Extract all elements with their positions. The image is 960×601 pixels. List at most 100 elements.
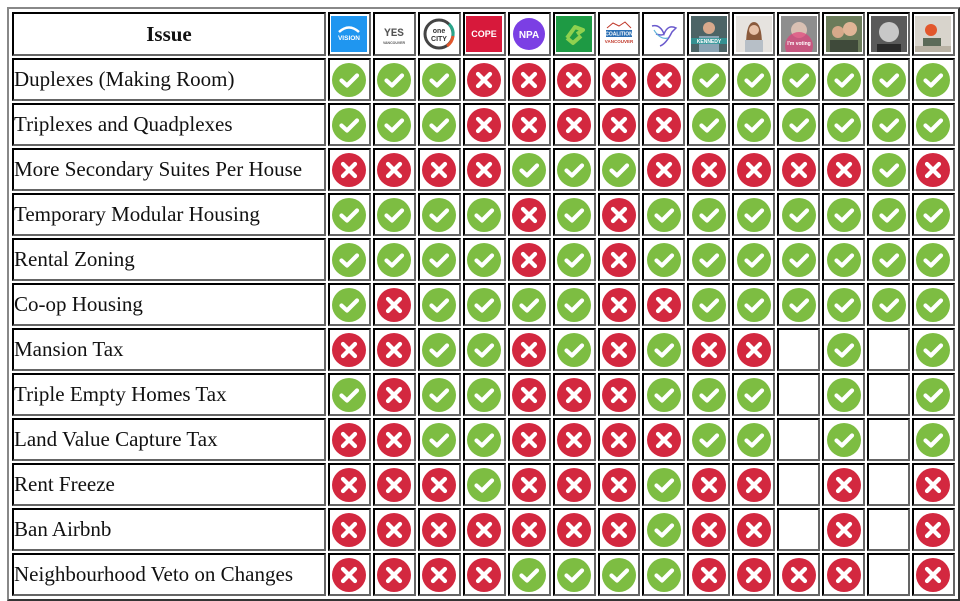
empty-cell <box>777 373 821 416</box>
check-icon <box>781 197 816 232</box>
table-row: Land Value Capture Tax <box>12 418 955 461</box>
support-cell <box>867 103 910 146</box>
support-cell <box>777 103 821 146</box>
candidate-photo-bw-icon <box>870 16 907 52</box>
table-row: Ban Airbnb <box>12 508 955 551</box>
check-icon <box>826 377 861 412</box>
support-cell <box>777 238 821 281</box>
check-icon <box>467 287 502 322</box>
support-cell <box>822 238 866 281</box>
oppose-cell <box>327 328 371 371</box>
check-icon <box>646 557 681 592</box>
check-icon <box>736 422 771 457</box>
issue-label: More Secondary Suites Per House <box>12 148 326 191</box>
empty-cell <box>867 508 910 551</box>
cross-icon <box>467 512 502 547</box>
onecity-logo-icon: oneCITY <box>421 16 458 52</box>
check-icon <box>916 422 951 457</box>
cross-icon <box>422 557 457 592</box>
check-icon <box>557 242 592 277</box>
support-cell <box>642 328 686 371</box>
oppose-cell <box>507 103 551 146</box>
housing-policy-comparison-table: Issue VISION YES VANCOUVER one CITY COPE NPA CO… <box>10 10 957 598</box>
issue-label: Co-op Housing <box>12 283 326 326</box>
support-cell <box>687 103 731 146</box>
cross-icon <box>781 152 816 187</box>
cross-icon <box>601 467 636 502</box>
issue-label: Rental Zoning <box>12 238 326 281</box>
cross-icon <box>646 107 681 142</box>
support-cell <box>372 58 416 101</box>
support-cell <box>462 418 506 461</box>
oppose-cell <box>372 508 416 551</box>
table-row: Mansion Tax <box>12 328 955 371</box>
check-icon <box>467 332 502 367</box>
check-icon <box>332 377 367 412</box>
check-icon <box>871 62 906 97</box>
check-icon <box>691 422 726 457</box>
cross-icon <box>691 557 726 592</box>
support-cell <box>642 553 686 596</box>
cross-icon <box>601 197 636 232</box>
oppose-cell <box>552 373 596 416</box>
oppose-cell <box>372 148 416 191</box>
support-cell <box>732 373 776 416</box>
oppose-cell <box>462 553 506 596</box>
oppose-cell <box>911 463 955 506</box>
check-icon <box>557 152 592 187</box>
check-icon <box>512 557 547 592</box>
cross-icon <box>467 557 502 592</box>
oppose-cell <box>417 553 461 596</box>
table-row: Co-op Housing <box>12 283 955 326</box>
support-cell <box>867 238 910 281</box>
cross-icon <box>557 62 592 97</box>
support-cell <box>417 58 461 101</box>
column-header-cand2 <box>732 12 776 56</box>
support-cell <box>911 418 955 461</box>
cross-icon <box>512 107 547 142</box>
column-header-cand6 <box>911 12 955 56</box>
cross-icon <box>377 152 412 187</box>
oppose-cell <box>507 238 551 281</box>
cross-icon <box>332 422 367 457</box>
issue-label: Triplexes and Quadplexes <box>12 103 326 146</box>
support-cell <box>327 193 371 236</box>
cross-icon <box>422 152 457 187</box>
support-cell <box>417 328 461 371</box>
check-icon <box>691 197 726 232</box>
check-icon <box>332 197 367 232</box>
oppose-cell <box>732 148 776 191</box>
check-icon <box>736 197 771 232</box>
oppose-cell <box>462 508 506 551</box>
support-cell <box>372 238 416 281</box>
support-cell <box>462 193 506 236</box>
column-header-npa: NPA <box>507 12 551 56</box>
table-row: Triplexes and Quadplexes <box>12 103 955 146</box>
table-row: Triple Empty Homes Tax <box>12 373 955 416</box>
support-cell <box>867 283 910 326</box>
cross-icon <box>736 152 771 187</box>
check-icon <box>646 467 681 502</box>
support-cell <box>327 373 371 416</box>
support-cell <box>777 58 821 101</box>
oppose-cell <box>822 553 866 596</box>
oppose-cell <box>507 193 551 236</box>
oppose-cell <box>597 508 641 551</box>
oppose-cell <box>417 508 461 551</box>
oppose-cell <box>597 418 641 461</box>
check-icon <box>557 287 592 322</box>
support-cell <box>417 238 461 281</box>
cross-icon <box>691 152 726 187</box>
oppose-cell <box>687 508 731 551</box>
oppose-cell <box>642 283 686 326</box>
support-cell <box>417 103 461 146</box>
kennedy-stewart-photo-icon: KENNEDY <box>690 16 727 52</box>
check-icon <box>691 107 726 142</box>
check-icon <box>871 152 906 187</box>
cross-icon <box>646 62 681 97</box>
cross-icon <box>332 512 367 547</box>
support-cell <box>732 58 776 101</box>
support-cell <box>462 373 506 416</box>
support-cell <box>642 238 686 281</box>
oppose-cell <box>777 148 821 191</box>
